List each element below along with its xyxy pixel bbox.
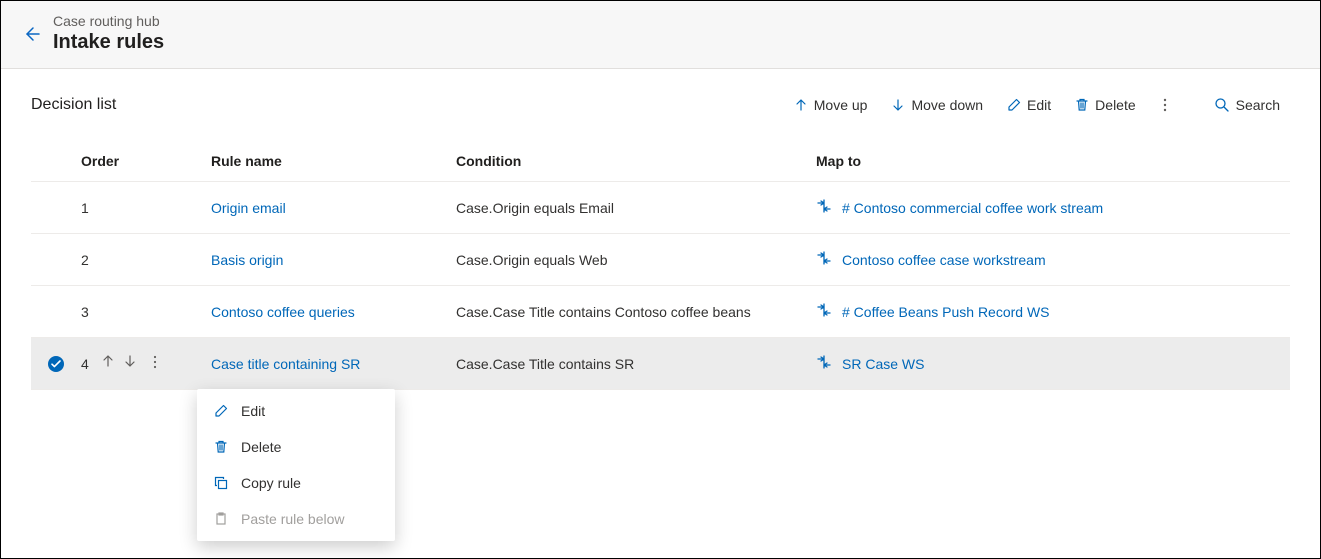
ctx-paste-label: Paste rule below — [241, 511, 345, 527]
header-titles: Case routing hub Intake rules — [53, 13, 164, 54]
condition-text: Case.Origin equals Web — [456, 252, 816, 268]
paste-icon — [213, 512, 229, 526]
map-to-link[interactable]: # Coffee Beans Push Record WS — [842, 304, 1050, 320]
order-number: 2 — [81, 252, 89, 268]
map-to-cell: # Coffee Beans Push Record WS — [816, 302, 1290, 321]
order-cell: 1 — [81, 200, 211, 216]
order-cell: 3 — [81, 304, 211, 320]
move-up-button[interactable]: Move up — [784, 91, 878, 119]
ctx-copy[interactable]: Copy rule — [197, 465, 395, 501]
col-rule-name[interactable]: Rule name — [211, 153, 456, 169]
condition-text: Case.Case Title contains SR — [456, 356, 816, 372]
trash-icon — [213, 440, 229, 454]
row-more-button[interactable] — [145, 354, 165, 373]
condition-text: Case.Case Title contains Contoso coffee … — [456, 304, 816, 320]
search-label: Search — [1236, 97, 1280, 113]
table-row[interactable]: 4 Case title containing SR Case.Case Title… — [31, 338, 1290, 390]
arrow-up-icon — [794, 98, 808, 112]
order-number: 1 — [81, 200, 89, 216]
order-cell: 2 — [81, 252, 211, 268]
rule-name-link[interactable]: Contoso coffee queries — [211, 304, 355, 320]
row-select[interactable] — [31, 355, 81, 373]
map-to-cell: # Contoso commercial coffee work stream — [816, 198, 1290, 217]
workstream-icon — [816, 250, 832, 269]
breadcrumb[interactable]: Case routing hub — [53, 13, 164, 29]
delete-button[interactable]: Delete — [1065, 91, 1145, 119]
ctx-edit-label: Edit — [241, 403, 265, 419]
search-icon — [1214, 97, 1230, 113]
rule-name-link[interactable]: Basis origin — [211, 252, 283, 268]
back-button[interactable] — [21, 24, 41, 44]
table-row[interactable]: 3 Contoso coffee queries Case.Case Title c… — [31, 286, 1290, 338]
col-map-to[interactable]: Map to — [816, 153, 1290, 169]
ctx-edit[interactable]: Edit — [197, 393, 395, 429]
table-row[interactable]: 2 Basis origin Case.Origin equals Web Conto… — [31, 234, 1290, 286]
pencil-icon — [1007, 98, 1021, 112]
decision-table: Order Rule name Condition Map to 1 Origin… — [1, 141, 1320, 390]
row-context-menu: Edit Delete Copy rule Paste rule below — [197, 389, 395, 541]
col-condition[interactable]: Condition — [456, 153, 816, 169]
col-order[interactable]: Order — [81, 153, 211, 169]
condition-text: Case.Origin equals Email — [456, 200, 816, 216]
move-down-label: Move down — [911, 97, 983, 113]
rule-name-link[interactable]: Case title containing SR — [211, 356, 360, 372]
rule-name-link[interactable]: Origin email — [211, 200, 286, 216]
section-title: Decision list — [31, 96, 116, 114]
row-move-up[interactable] — [101, 354, 115, 373]
more-button[interactable] — [1150, 91, 1180, 119]
map-to-cell: Contoso coffee case workstream — [816, 250, 1290, 269]
table-header-row: Order Rule name Condition Map to — [31, 141, 1290, 182]
order-number: 3 — [81, 304, 89, 320]
arrow-down-icon — [891, 98, 905, 112]
pencil-icon — [213, 404, 229, 418]
ctx-paste-below: Paste rule below — [197, 501, 395, 537]
map-to-cell: SR Case WS — [816, 354, 1290, 373]
workstream-icon — [816, 354, 832, 373]
toolbar: Decision list Move up Move down Edit Del… — [1, 69, 1320, 141]
delete-label: Delete — [1095, 97, 1135, 113]
search-button[interactable]: Search — [1204, 91, 1290, 119]
ctx-delete-label: Delete — [241, 439, 281, 455]
order-cell: 4 — [81, 354, 211, 373]
row-move-down[interactable] — [123, 354, 137, 373]
page-header: Case routing hub Intake rules — [1, 1, 1320, 69]
workstream-icon — [816, 302, 832, 321]
copy-icon — [213, 476, 229, 490]
map-to-link[interactable]: Contoso coffee case workstream — [842, 252, 1046, 268]
workstream-icon — [816, 198, 832, 217]
ctx-delete[interactable]: Delete — [197, 429, 395, 465]
table-row[interactable]: 1 Origin email Case.Origin equals Email # C… — [31, 182, 1290, 234]
map-to-link[interactable]: SR Case WS — [842, 356, 924, 372]
edit-label: Edit — [1027, 97, 1051, 113]
ctx-copy-label: Copy rule — [241, 475, 301, 491]
move-up-label: Move up — [814, 97, 868, 113]
map-to-link[interactable]: # Contoso commercial coffee work stream — [842, 200, 1103, 216]
order-number: 4 — [81, 356, 89, 372]
more-vertical-icon — [1158, 97, 1172, 113]
trash-icon — [1075, 98, 1089, 112]
arrow-left-icon — [21, 24, 41, 44]
page-title: Intake rules — [53, 31, 164, 54]
move-down-button[interactable]: Move down — [881, 91, 993, 119]
edit-button[interactable]: Edit — [997, 91, 1061, 119]
